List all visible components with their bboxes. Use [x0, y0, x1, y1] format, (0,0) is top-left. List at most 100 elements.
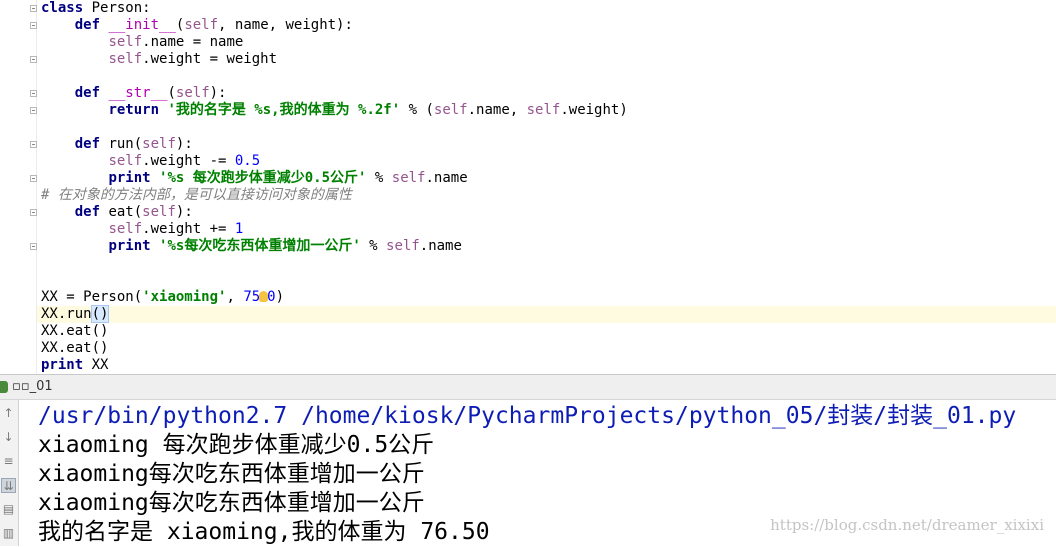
- code-token: (): [90, 305, 110, 323]
- code-token: (: [167, 85, 176, 101]
- code-line[interactable]: print '%s 每次跑步体重减少0.5公斤' % self.name: [41, 170, 468, 187]
- editor-gutter: [0, 0, 37, 374]
- code-token: print: [108, 238, 151, 254]
- code-line[interactable]: def run(self):: [41, 136, 193, 153]
- code-token: .weight): [560, 102, 628, 118]
- code-line[interactable]: def eat(self):: [41, 204, 193, 221]
- code-token: 75: [243, 289, 261, 305]
- code-token: 1: [234, 221, 244, 237]
- run-tab-title[interactable]: ▫▫_01: [12, 379, 53, 394]
- console-output-line: xiaoming 每次跑步体重减少0.5公斤: [38, 432, 435, 458]
- code-token: self: [142, 204, 176, 220]
- arrow-up-icon[interactable]: ↑: [1, 406, 16, 421]
- code-token: 'xiaoming': [142, 289, 227, 305]
- fold-marker-icon[interactable]: [30, 141, 37, 148]
- fold-marker-icon[interactable]: [30, 56, 37, 63]
- code-token: self: [108, 51, 143, 67]
- scroll-to-end-icon[interactable]: ⇊: [1, 478, 16, 493]
- code-token: self: [391, 170, 426, 186]
- code-token: print: [41, 357, 84, 373]
- code-token: .weight -=: [142, 153, 235, 169]
- code-token: .name: [419, 238, 462, 254]
- code-token: % (: [400, 102, 434, 118]
- code-line[interactable]: def __str__(self):: [41, 85, 227, 102]
- code-line[interactable]: class Person:: [41, 0, 151, 17]
- arrow-down-icon[interactable]: ↓: [1, 430, 16, 445]
- code-token: self: [108, 153, 143, 169]
- code-token: XX.run: [41, 306, 92, 322]
- code-token: XX.eat(): [41, 323, 109, 339]
- print-icon[interactable]: ▤: [1, 502, 16, 517]
- trash-icon[interactable]: ▥: [1, 526, 16, 541]
- code-token: self: [433, 102, 468, 118]
- code-token: self: [184, 17, 219, 33]
- code-editor[interactable]: class Person: def __init__(self, name, w…: [0, 0, 1056, 374]
- fold-marker-icon[interactable]: [30, 175, 37, 182]
- code-token: .weight = weight: [142, 51, 278, 67]
- console-command-line: /usr/bin/python2.7 /home/kiosk/PycharmPr…: [38, 403, 1017, 429]
- code-line[interactable]: self.weight += 1: [41, 221, 243, 238]
- code-line[interactable]: self.weight = weight: [41, 51, 277, 68]
- code-token: %: [366, 170, 392, 186]
- code-token: eat(: [100, 204, 143, 220]
- code-line[interactable]: XX.eat(): [41, 340, 108, 357]
- code-line[interactable]: # 在对象的方法内部，是可以直接访问对象的属性: [41, 187, 352, 204]
- code-token: def: [74, 204, 101, 220]
- run-tool-window-header: ▫▫_01: [0, 374, 1056, 400]
- code-line[interactable]: XX.eat(): [41, 323, 108, 340]
- code-token: .weight +=: [142, 221, 235, 237]
- fold-marker-icon[interactable]: [30, 107, 37, 114]
- code-token: def: [74, 85, 101, 101]
- code-token: self: [142, 136, 176, 152]
- code-line[interactable]: self.name = name: [41, 34, 243, 51]
- code-token: self: [175, 85, 210, 101]
- run-toolbar: ↑ ↓ ≡ ⇊ ▤ ▥: [0, 400, 19, 546]
- code-token: 0.5: [234, 153, 261, 169]
- fold-marker-icon[interactable]: [30, 5, 37, 12]
- code-token: run(: [100, 136, 143, 152]
- fold-marker-icon[interactable]: [30, 209, 37, 216]
- code-line[interactable]: print XX: [41, 357, 108, 374]
- code-token: return: [108, 102, 160, 118]
- code-token: .name: [425, 170, 468, 186]
- code-token: Person:: [83, 0, 151, 16]
- watermark: https://blog.csdn.net/dreamer_xixixi: [770, 516, 1044, 534]
- code-line[interactable]: self.weight -= 0.5: [41, 153, 260, 170]
- code-token: XX: [83, 357, 109, 373]
- code-token: class: [41, 0, 84, 16]
- current-line-highlight: [0, 306, 1056, 323]
- code-line[interactable]: print '%s每次吃东西体重增加一公斤' % self.name: [41, 238, 462, 255]
- fold-marker-icon[interactable]: [30, 90, 37, 97]
- code-line[interactable]: return '我的名字是 %s,我的体重为 %.2f' % (self.nam…: [41, 102, 628, 119]
- code-token: self: [108, 34, 143, 50]
- code-token: print: [108, 170, 151, 186]
- code-token: XX = Person(: [41, 289, 143, 305]
- code-line[interactable]: def __init__(self, name, weight):: [41, 17, 353, 34]
- code-token: ): [275, 289, 285, 305]
- code-token: XX.eat(): [41, 340, 109, 356]
- code-token: ,: [226, 289, 244, 305]
- code-token: def: [74, 136, 101, 152]
- code-token: __init__: [108, 17, 176, 33]
- code-token: ):: [175, 204, 193, 220]
- code-token: , name, weight):: [218, 17, 353, 33]
- code-line[interactable]: XX = Person('xiaoming', 75 0): [41, 289, 284, 306]
- fold-marker-icon[interactable]: [30, 22, 37, 29]
- code-token: 0: [267, 289, 276, 305]
- code-token: ):: [175, 136, 193, 152]
- soft-wrap-icon[interactable]: ≡: [1, 454, 16, 469]
- code-token: self: [108, 221, 143, 237]
- code-line[interactable]: XX.run(): [41, 305, 110, 323]
- fold-marker-icon[interactable]: [30, 243, 37, 250]
- console-output-line: xiaoming每次吃东西体重增加一公斤: [38, 490, 425, 516]
- code-token: ):: [209, 85, 227, 101]
